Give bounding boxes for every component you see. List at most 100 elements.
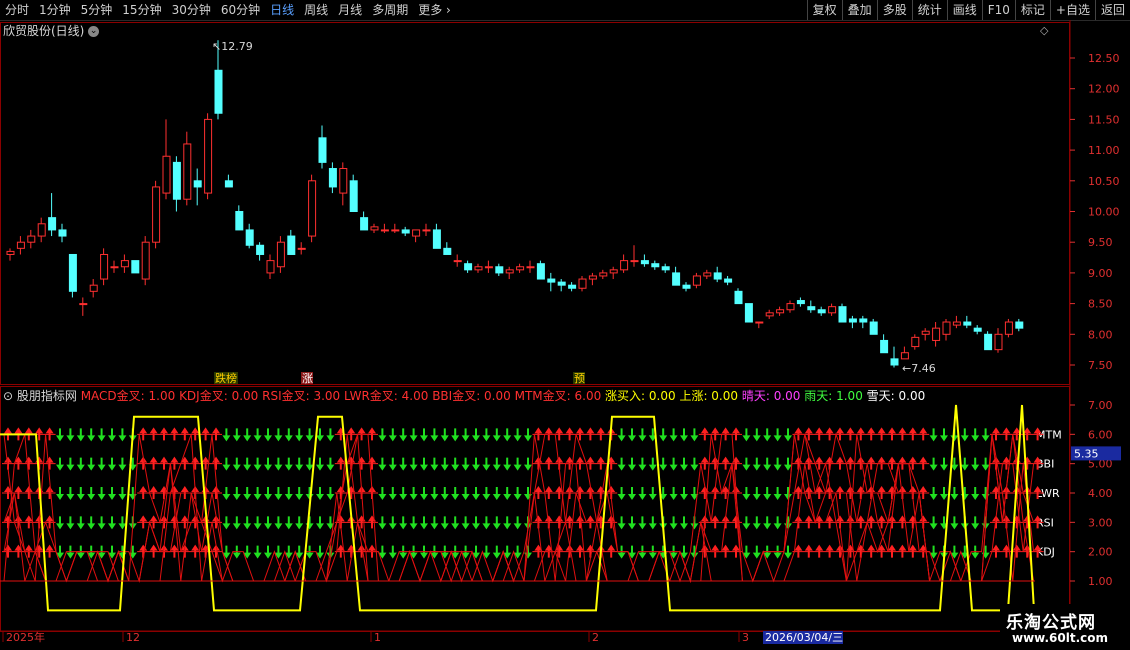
down-arrow-icon xyxy=(326,457,335,471)
signal-line xyxy=(3,433,1035,583)
candle-body xyxy=(776,309,785,314)
period-tab[interactable]: 周线 xyxy=(299,0,333,20)
marker-label: 跌榜 xyxy=(215,371,237,385)
down-arrow-icon xyxy=(752,457,761,471)
period-tabs: 分时 1分钟 5分钟 15分钟 30分钟 60分钟 日线 周线 月线 多周期 更多 › xyxy=(0,0,456,20)
period-tab[interactable]: 1分钟 xyxy=(34,0,76,20)
down-arrow-icon xyxy=(472,516,480,530)
down-arrow-icon xyxy=(430,457,439,471)
period-tab[interactable]: 30分钟 xyxy=(167,0,216,20)
toolbar-button[interactable]: 复权 xyxy=(806,0,842,20)
down-arrow-icon xyxy=(243,457,252,471)
date-axis-label: 12 xyxy=(126,631,140,644)
down-arrow-icon xyxy=(482,428,491,442)
candle-body xyxy=(349,180,358,213)
candle-body xyxy=(474,266,483,271)
down-arrow-icon xyxy=(118,487,127,500)
candle-body xyxy=(796,300,805,305)
down-arrow-icon xyxy=(222,487,231,500)
down-arrow-icon xyxy=(420,516,428,530)
down-arrow-icon xyxy=(56,428,64,442)
candle-body xyxy=(422,229,431,232)
down-arrow-icon xyxy=(108,545,116,559)
down-arrow-icon xyxy=(940,457,948,471)
chart-area[interactable]: 12.5012.0011.5011.0010.5010.009.509.008.… xyxy=(0,20,1130,650)
chevron-down-icon[interactable]: ⌄ xyxy=(88,26,100,37)
down-arrow-icon xyxy=(326,487,335,500)
toolbar-button[interactable]: 叠加 xyxy=(841,0,877,20)
candle-body xyxy=(297,247,306,250)
toolbar-button[interactable]: 统计 xyxy=(911,0,947,20)
period-tab[interactable]: 60分钟 xyxy=(216,0,265,20)
down-arrow-icon xyxy=(284,457,293,471)
candle-body xyxy=(963,321,972,326)
down-arrow-icon xyxy=(56,545,64,559)
cursor-date-label: 2026/03/04/三 xyxy=(765,631,843,644)
period-tab[interactable]: 分时 xyxy=(0,0,34,20)
candle-body xyxy=(256,244,265,255)
down-arrow-icon xyxy=(981,457,990,471)
period-tab[interactable]: 月线 xyxy=(333,0,367,20)
candle-body xyxy=(536,263,545,280)
stock-title: 欣贸股份(日线) xyxy=(3,24,85,38)
marker-label: 预 xyxy=(574,372,585,385)
candle-body xyxy=(224,180,233,188)
down-arrow-icon xyxy=(680,516,688,530)
period-tab[interactable]: 更多 › xyxy=(413,0,456,20)
down-arrow-icon xyxy=(929,428,938,442)
down-arrow-icon xyxy=(451,457,460,471)
indicator-name[interactable]: ⊙ 股朋指标网 xyxy=(3,389,81,403)
down-arrow-icon xyxy=(222,457,231,471)
down-arrow-icon xyxy=(638,457,647,471)
down-arrow-icon xyxy=(440,487,449,500)
indicator-panel-frame xyxy=(0,386,1070,632)
toolbar-buttons: 复权 叠加 多股 统计 画线 F10 标记 +自选 返回 xyxy=(806,0,1130,20)
down-arrow-icon xyxy=(430,516,439,530)
down-arrow-icon xyxy=(222,516,231,530)
candle-body xyxy=(266,260,275,274)
candle-body xyxy=(6,250,15,255)
candle-body xyxy=(848,318,857,323)
down-arrow-icon xyxy=(440,516,449,530)
down-arrow-icon xyxy=(742,545,751,559)
toolbar-button[interactable]: 多股 xyxy=(876,0,912,20)
toolbar-button[interactable]: +自选 xyxy=(1049,0,1095,20)
down-arrow-icon xyxy=(378,428,387,442)
down-arrow-icon xyxy=(752,428,761,442)
indicator-y-tick-label: 7.00 xyxy=(1088,399,1113,412)
down-arrow-icon xyxy=(87,487,96,500)
down-arrow-icon xyxy=(97,428,106,442)
toolbar-button[interactable]: 标记 xyxy=(1014,0,1050,20)
candle-body xyxy=(391,229,400,232)
toolbar-button[interactable]: F10 xyxy=(981,0,1015,20)
candle-body xyxy=(672,272,681,286)
down-arrow-icon xyxy=(243,428,252,442)
down-arrow-icon xyxy=(638,487,647,500)
toolbar-button[interactable]: 画线 xyxy=(946,0,982,20)
candle-body xyxy=(547,278,556,283)
down-arrow-icon xyxy=(108,428,116,442)
indicator-y-tick-label: 2.00 xyxy=(1088,546,1113,559)
price-panel-title: 欣贸股份(日线) ⌄ xyxy=(3,22,100,39)
candle-body xyxy=(900,352,909,360)
candle-body xyxy=(755,321,764,324)
down-arrow-icon xyxy=(440,428,449,442)
period-tab[interactable]: 多周期 xyxy=(367,0,413,20)
down-arrow-icon xyxy=(763,516,772,530)
price-panel-frame xyxy=(0,22,1070,385)
period-tab[interactable]: 15分钟 xyxy=(117,0,166,20)
period-tab[interactable]: 5分钟 xyxy=(76,0,118,20)
candle-body xyxy=(692,275,701,286)
down-arrow-icon xyxy=(763,457,772,471)
down-arrow-icon xyxy=(420,487,428,500)
candle-body xyxy=(526,266,535,269)
toolbar-button[interactable]: 返回 xyxy=(1094,0,1130,20)
candle-body xyxy=(183,143,192,200)
period-tab[interactable]: 日线 xyxy=(265,0,299,20)
down-arrow-icon xyxy=(451,516,460,530)
down-arrow-icon xyxy=(295,516,304,530)
down-arrow-icon xyxy=(669,487,678,500)
down-arrow-icon xyxy=(409,487,418,500)
down-arrow-icon xyxy=(971,487,980,500)
date-axis-label: 2 xyxy=(592,631,599,644)
